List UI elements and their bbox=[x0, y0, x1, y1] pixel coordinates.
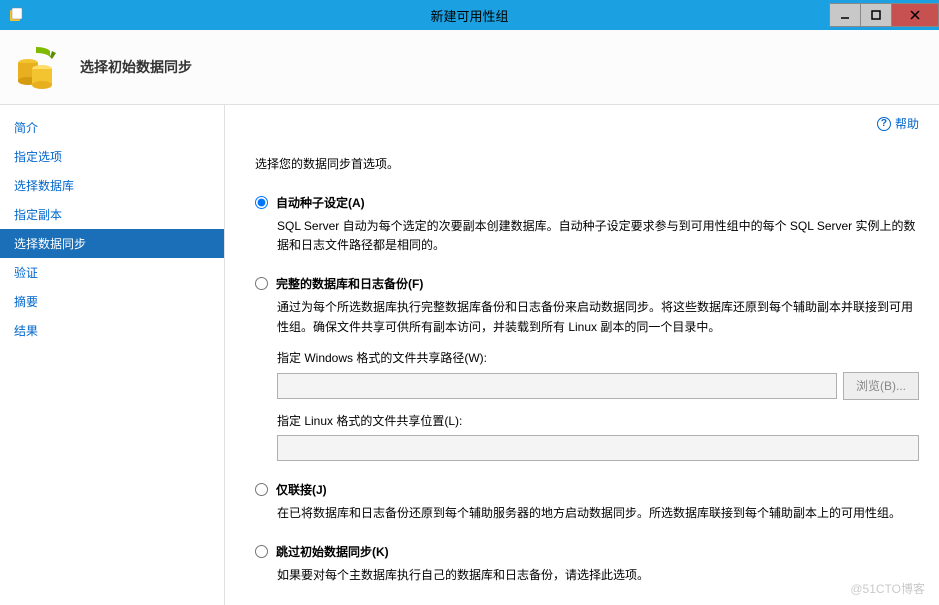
titlebar: 新建可用性组 bbox=[0, 0, 939, 30]
watermark: @51CTO博客 bbox=[850, 580, 925, 597]
windows-path-input[interactable] bbox=[277, 373, 837, 399]
sidebar-item-results[interactable]: 结果 bbox=[0, 316, 224, 345]
help-link[interactable]: ? 帮助 bbox=[877, 115, 919, 132]
sidebar-item-data-sync[interactable]: 选择数据同步 bbox=[0, 229, 224, 258]
option-full-backup: 完整的数据库和日志备份(F) 通过为每个所选数据库执行完整数据库备份和日志备份来… bbox=[255, 275, 919, 460]
option-join-only-head[interactable]: 仅联接(J) bbox=[255, 481, 919, 498]
sync-prompt: 选择您的数据同步首选项。 bbox=[255, 155, 919, 172]
option-full-backup-head[interactable]: 完整的数据库和日志备份(F) bbox=[255, 275, 919, 292]
sidebar-item-intro[interactable]: 简介 bbox=[0, 113, 224, 142]
wizard-header-icon bbox=[12, 43, 60, 91]
wizard-header: 选择初始数据同步 bbox=[0, 30, 939, 105]
page-title: 选择初始数据同步 bbox=[80, 57, 192, 77]
sidebar-item-options[interactable]: 指定选项 bbox=[0, 142, 224, 171]
radio-auto-seed[interactable] bbox=[255, 196, 268, 209]
content-pane: ? 帮助 选择您的数据同步首选项。 自动种子设定(A) SQL Server 自… bbox=[225, 105, 939, 605]
option-skip-title: 跳过初始数据同步(K) bbox=[276, 543, 389, 560]
option-skip-desc: 如果要对每个主数据库执行自己的数据库和日志备份，请选择此选项。 bbox=[277, 566, 919, 585]
wizard-steps-sidebar: 简介 指定选项 选择数据库 指定副本 选择数据同步 验证 摘要 结果 bbox=[0, 105, 225, 605]
option-full-backup-title: 完整的数据库和日志备份(F) bbox=[276, 275, 423, 292]
option-skip-head[interactable]: 跳过初始数据同步(K) bbox=[255, 543, 919, 560]
option-join-only-desc: 在已将数据库和日志备份还原到每个辅助服务器的地方启动数据同步。所选数据库联接到每… bbox=[277, 504, 919, 523]
option-auto-seed-title: 自动种子设定(A) bbox=[276, 194, 365, 211]
linux-path-input[interactable] bbox=[277, 435, 919, 461]
windows-path-row: 指定 Windows 格式的文件共享路径(W): 浏览(B)... bbox=[277, 349, 919, 400]
windows-path-label: 指定 Windows 格式的文件共享路径(W): bbox=[277, 349, 919, 366]
sidebar-item-databases[interactable]: 选择数据库 bbox=[0, 171, 224, 200]
radio-skip[interactable] bbox=[255, 545, 268, 558]
option-join-only-title: 仅联接(J) bbox=[276, 481, 327, 498]
option-auto-seed-head[interactable]: 自动种子设定(A) bbox=[255, 194, 919, 211]
option-auto-seed-desc: SQL Server 自动为每个选定的次要副本创建数据库。自动种子设定要求参与到… bbox=[277, 217, 919, 255]
option-full-backup-desc: 通过为每个所选数据库执行完整数据库备份和日志备份来启动数据同步。将这些数据库还原… bbox=[277, 298, 919, 336]
sidebar-item-replicas[interactable]: 指定副本 bbox=[0, 200, 224, 229]
option-skip: 跳过初始数据同步(K) 如果要对每个主数据库执行自己的数据库和日志备份，请选择此… bbox=[255, 543, 919, 585]
option-auto-seed: 自动种子设定(A) SQL Server 自动为每个选定的次要副本创建数据库。自… bbox=[255, 194, 919, 255]
sidebar-item-summary[interactable]: 摘要 bbox=[0, 287, 224, 316]
sidebar-item-validation[interactable]: 验证 bbox=[0, 258, 224, 287]
radio-full-backup[interactable] bbox=[255, 277, 268, 290]
option-join-only: 仅联接(J) 在已将数据库和日志备份还原到每个辅助服务器的地方启动数据同步。所选… bbox=[255, 481, 919, 523]
help-label: 帮助 bbox=[895, 115, 919, 132]
help-icon: ? bbox=[877, 117, 891, 131]
linux-path-row: 指定 Linux 格式的文件共享位置(L): bbox=[277, 412, 919, 461]
window-title: 新建可用性组 bbox=[0, 6, 939, 25]
radio-join-only[interactable] bbox=[255, 483, 268, 496]
browse-button[interactable]: 浏览(B)... bbox=[843, 372, 919, 400]
linux-path-label: 指定 Linux 格式的文件共享位置(L): bbox=[277, 412, 919, 429]
